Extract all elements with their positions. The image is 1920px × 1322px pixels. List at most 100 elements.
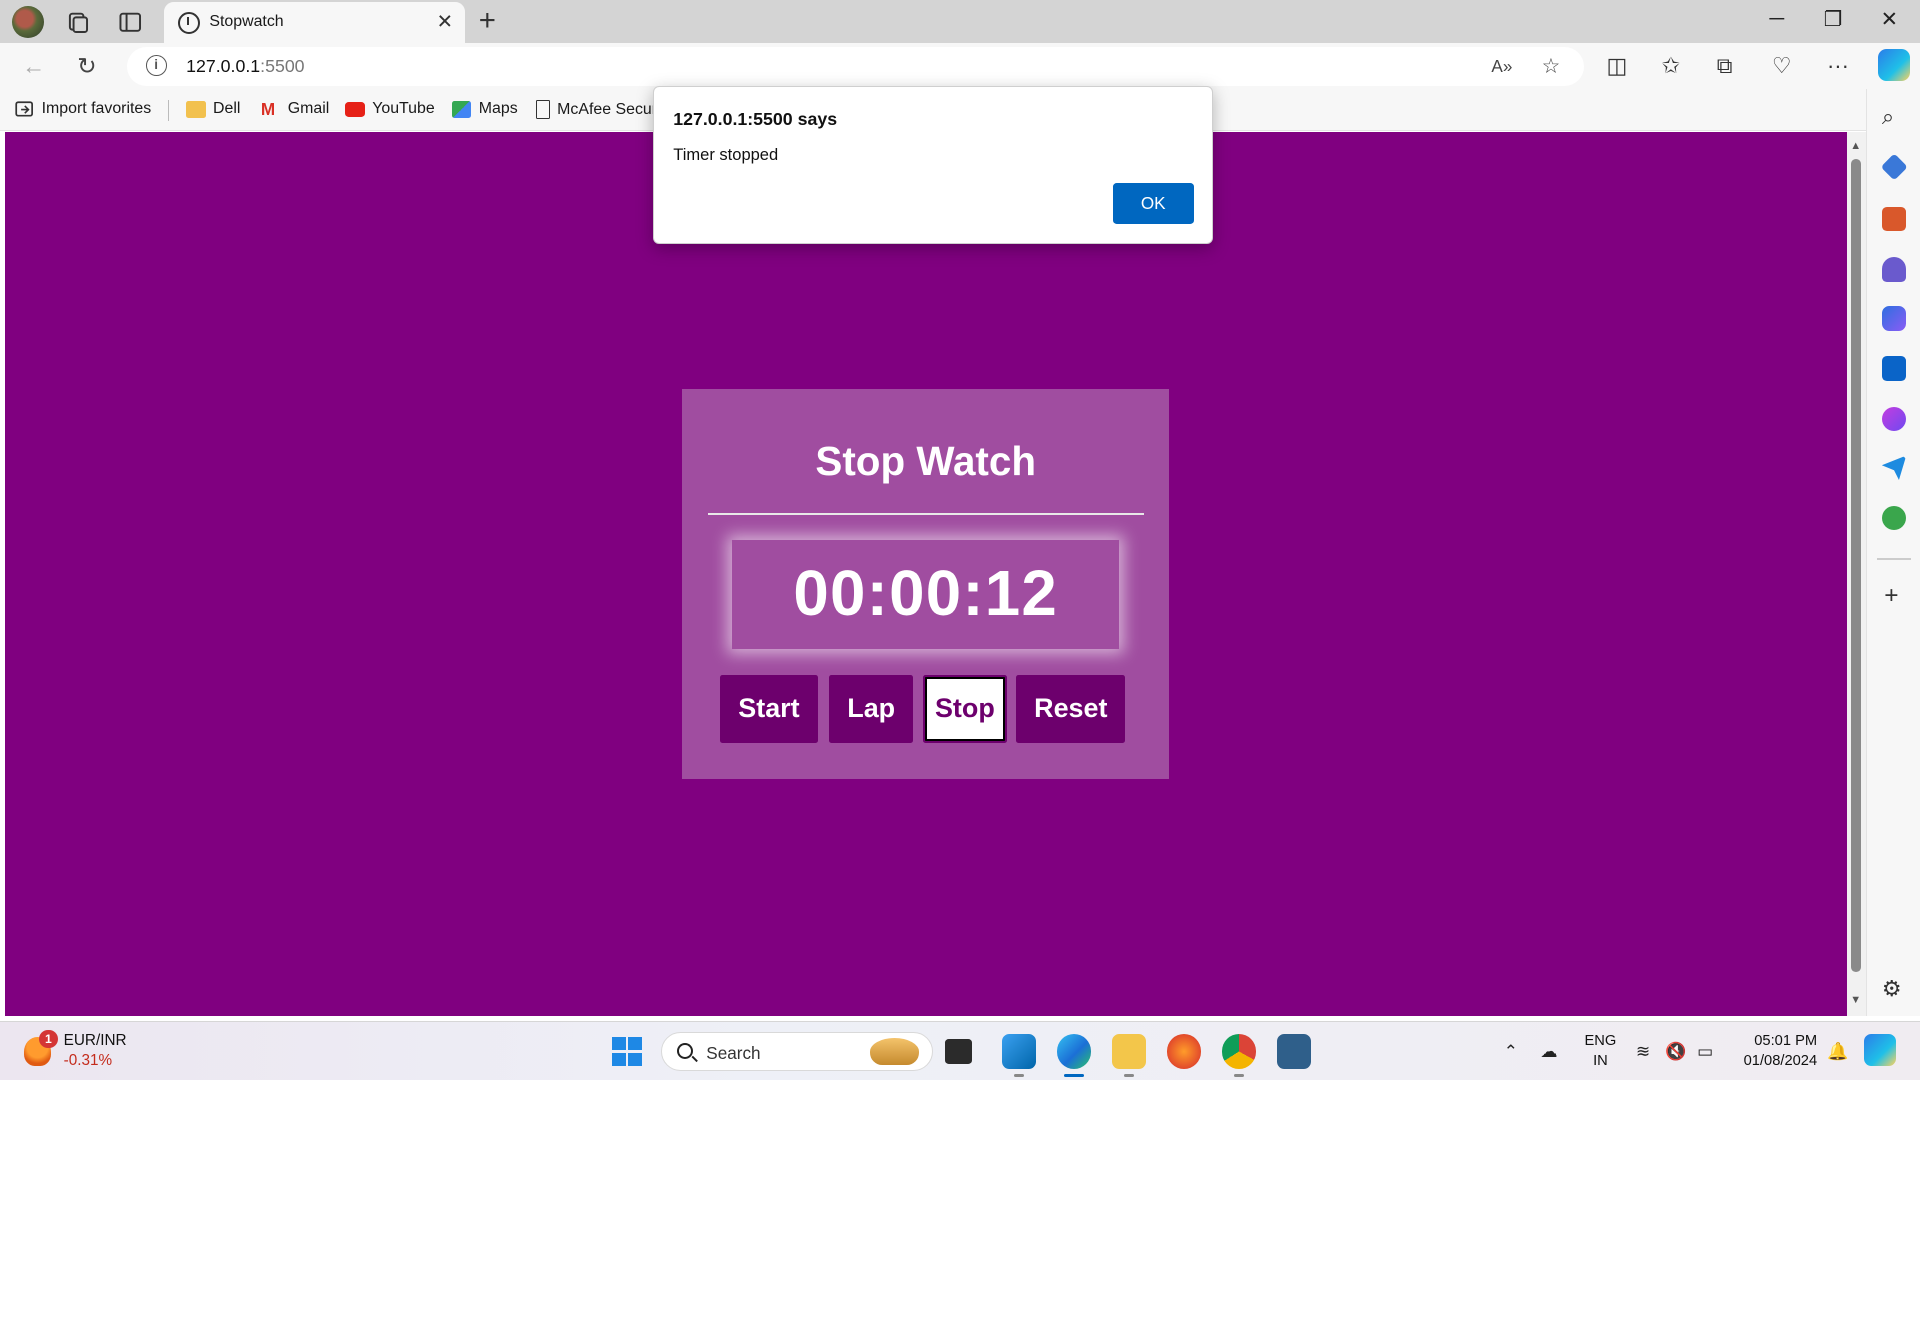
windows-start-icon[interactable] (612, 1036, 642, 1067)
url-host: 127.0.0.1 (186, 56, 261, 77)
tab-stopwatch[interactable]: Stopwatch ✕ (164, 2, 466, 43)
browser-essentials-icon[interactable]: ♡ (1772, 53, 1792, 79)
sidebar-divider (1876, 558, 1912, 560)
stopwatch-title: Stop Watch (815, 438, 1037, 485)
favorite-dell[interactable]: Dell (186, 100, 240, 118)
edge-icon[interactable] (1056, 1034, 1092, 1078)
collections-icon[interactable]: ⧉ (1717, 53, 1733, 79)
scroll-thumb[interactable] (1851, 159, 1862, 973)
battery-icon[interactable]: ▭ (1697, 1041, 1713, 1062)
vertical-tabs-icon[interactable] (118, 10, 142, 34)
minimize-icon[interactable]: ─ (1758, 7, 1795, 31)
notification-badge: 1 (39, 1029, 58, 1048)
workspaces-icon[interactable] (65, 10, 89, 34)
volume-muted-icon[interactable]: 🔇 (1665, 1041, 1686, 1062)
shopping-tag-icon[interactable] (1880, 153, 1908, 182)
stop-button[interactable]: Stop (923, 674, 1007, 744)
send-icon[interactable] (1881, 455, 1907, 480)
ok-button[interactable]: OK (1112, 183, 1194, 224)
tab-strip: Stopwatch ✕ + ─ ❐ ✕ (0, 0, 1920, 43)
youtube-icon (345, 102, 365, 117)
sidebar-settings-icon[interactable]: ⚙ (1882, 976, 1902, 1002)
chrome-icon[interactable] (1222, 1034, 1257, 1078)
designer-icon[interactable] (1881, 406, 1907, 431)
folder-icon (186, 100, 206, 118)
ticker-pair[interactable]: EUR/INR (64, 1032, 127, 1050)
clock-time: 05:01 PM (1754, 1033, 1818, 1049)
site-info-icon[interactable]: i (145, 55, 167, 76)
system-clock[interactable]: 05:01 PM 01/08/2024 (1739, 1032, 1818, 1071)
page-viewport: Stop Watch 00:00:12 Start Lap Stop Reset (4, 132, 1847, 1017)
notifications-bell-icon[interactable]: 🔔 (1827, 1041, 1848, 1062)
url-text: 127.0.0.1:5500 (186, 56, 304, 77)
profile-avatar[interactable] (12, 6, 45, 38)
show-hidden-icons-icon[interactable]: ⌃ (1504, 1041, 1518, 1062)
favorite-label: Maps (478, 100, 518, 118)
favorite-label: Import favorites (41, 100, 152, 118)
tree-icon[interactable] (1881, 505, 1907, 531)
wifi-icon[interactable]: ≋ (1636, 1041, 1650, 1062)
stopwatch-favicon-icon (177, 12, 200, 35)
onedrive-icon[interactable]: ☁ (1540, 1041, 1557, 1062)
vscode-icon[interactable] (1001, 1034, 1036, 1078)
language-code: ENG (1584, 1033, 1617, 1049)
ticker-change: -0.31% (63, 1051, 113, 1069)
restore-icon[interactable]: ❐ (1815, 7, 1852, 32)
tab-title: Stopwatch (209, 13, 284, 31)
back-icon[interactable]: ← (22, 53, 45, 80)
scroll-up-icon[interactable]: ▲ (1850, 140, 1861, 152)
stopwatch-panel: Stop Watch 00:00:12 Start Lap Stop Reset (682, 389, 1170, 779)
search-icon[interactable]: ⌕ (1882, 104, 1894, 130)
gmail-icon: M (260, 98, 276, 119)
alert-dialog: 127.0.0.1:5500 says Timer stopped OK (652, 85, 1214, 244)
outlook-icon[interactable] (1881, 356, 1907, 381)
dialog-message: Timer stopped (673, 145, 779, 165)
database-app-icon[interactable] (1277, 1034, 1312, 1069)
search-icon (676, 1042, 693, 1059)
favorite-label: YouTube (372, 100, 435, 118)
browser-toolbar: ← ↻ i 127.0.0.1:5500 A» ☆ ◫ ✩ ⧉ ♡ ··· (0, 42, 1920, 90)
url-port: :5500 (260, 56, 305, 77)
favorite-mcafee[interactable]: McAfee Secur (536, 100, 657, 119)
address-bar[interactable]: i 127.0.0.1:5500 A» ☆ (127, 46, 1585, 86)
read-aloud-icon[interactable]: A» (1491, 56, 1512, 77)
favorite-youtube[interactable]: YouTube (345, 100, 435, 118)
favorites-icon[interactable]: ✩ (1662, 53, 1680, 79)
maps-icon (451, 100, 472, 118)
copilot-taskbar-icon[interactable] (1863, 1034, 1896, 1067)
reset-button[interactable]: Reset (1016, 674, 1126, 744)
page-scrollbar[interactable]: ▲ ▼ (1846, 132, 1867, 1017)
file-explorer-icon[interactable] (1111, 1034, 1147, 1078)
scroll-down-icon[interactable]: ▼ (1850, 994, 1861, 1006)
firefox-icon[interactable] (1166, 1034, 1202, 1069)
search-highlight-icon (870, 1037, 920, 1065)
lap-button[interactable]: Lap (828, 674, 914, 744)
edge-sidebar: ⌕ + ⚙ (1866, 89, 1920, 1017)
favorite-label: Dell (213, 100, 241, 118)
add-sidebar-app-icon[interactable]: + (1884, 582, 1898, 610)
taskbar: 1 EUR/INR -0.31% Search ⌃ ☁ ENG IN ≋ 🔇 ▭… (0, 1021, 1920, 1080)
more-options-icon[interactable]: ··· (1827, 53, 1849, 79)
games-icon[interactable] (1881, 257, 1907, 282)
file-manager-icon[interactable] (945, 1039, 973, 1064)
copilot-icon[interactable] (1878, 48, 1911, 81)
search-placeholder: Search (706, 1042, 761, 1063)
favorites-divider (167, 100, 169, 122)
favorite-gmail[interactable]: M Gmail (261, 100, 329, 118)
split-screen-icon[interactable]: ◫ (1607, 53, 1628, 79)
new-tab-icon[interactable]: + (479, 4, 496, 38)
refresh-icon[interactable]: ↻ (77, 53, 96, 80)
close-tab-icon[interactable]: ✕ (437, 10, 453, 34)
tools-icon[interactable] (1881, 206, 1907, 232)
taskbar-search[interactable]: Search (661, 1032, 934, 1072)
start-button[interactable]: Start (719, 674, 818, 744)
favorite-star-icon[interactable]: ☆ (1542, 54, 1561, 79)
favorite-maps[interactable]: Maps (451, 100, 518, 118)
language-indicator[interactable]: ENG IN (1585, 1032, 1617, 1071)
import-icon (15, 101, 33, 117)
dialog-title: 127.0.0.1:5500 says (673, 108, 838, 129)
microsoft365-icon[interactable] (1881, 306, 1907, 331)
clock-date: 01/08/2024 (1743, 1052, 1818, 1069)
favorite-import[interactable]: Import favorites (15, 100, 152, 118)
close-window-icon[interactable]: ✕ (1871, 7, 1908, 32)
